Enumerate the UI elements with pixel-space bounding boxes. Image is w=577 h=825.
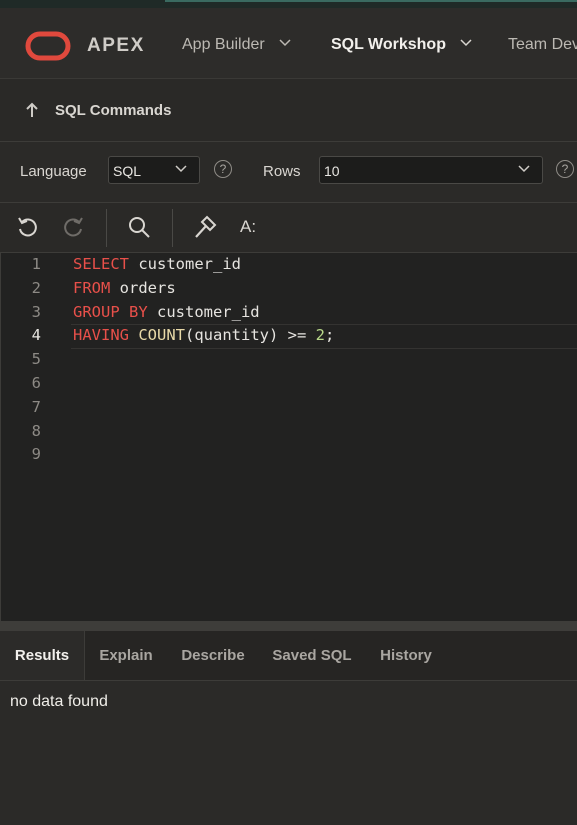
line-number: 9 <box>31 445 41 464</box>
hammer-icon[interactable] <box>192 214 218 240</box>
toolbar-divider <box>106 209 107 247</box>
tab-saved-sql[interactable]: Saved SQL <box>262 631 362 680</box>
sql-keyword: SELECT <box>73 255 129 273</box>
search-icon[interactable] <box>126 214 152 240</box>
rows-label: Rows <box>263 163 301 180</box>
rows-select[interactable]: 10 <box>319 156 543 184</box>
code-editor[interactable]: 1 2 3 4 5 6 7 8 9 SELECT customer_id FROM orders G… <box>0 253 577 621</box>
code-line[interactable]: GROUP BY customer_id <box>73 303 260 321</box>
tab-explain[interactable]: Explain <box>88 631 164 680</box>
settings-bar: Language SQL ? Rows 10 ? <box>0 142 577 203</box>
app-header: APEX App Builder SQL Workshop Team Dev <box>0 8 577 79</box>
sql-keyword: FROM <box>73 278 111 297</box>
rows-help-icon[interactable]: ? <box>556 160 574 178</box>
sql-text: orders <box>110 278 176 297</box>
sql-text: customer_id <box>147 302 260 321</box>
line-number: 8 <box>31 421 41 440</box>
code-line[interactable]: FROM orders <box>73 279 176 297</box>
chevron-down-icon <box>279 39 291 47</box>
top-strip <box>0 0 577 8</box>
page-title: SQL Commands <box>55 102 172 119</box>
chevron-down-icon <box>460 39 472 47</box>
rows-value: 10 <box>324 163 340 179</box>
line-number: 2 <box>31 278 41 297</box>
tab-history[interactable]: History <box>370 631 442 680</box>
line-number: 3 <box>31 302 41 321</box>
editor-toolbar: A: <box>0 203 577 253</box>
nav-sql-workshop[interactable]: SQL Workshop <box>331 36 472 54</box>
oracle-logo-icon[interactable] <box>25 31 71 61</box>
line-number: 1 <box>31 255 41 273</box>
sql-text: ; <box>325 326 335 345</box>
toolbar-divider <box>172 209 173 247</box>
brand-name[interactable]: APEX <box>87 35 145 57</box>
sql-text: (quantity) >= <box>185 326 316 345</box>
editor-splitter[interactable] <box>0 621 577 631</box>
results-tabs: Results Explain Describe Saved SQL Histo… <box>0 631 577 681</box>
language-select[interactable]: SQL <box>108 156 200 184</box>
line-number: 7 <box>31 397 41 416</box>
language-value: SQL <box>113 163 142 179</box>
tab-describe[interactable]: Describe <box>172 631 254 680</box>
sql-text: customer_id <box>129 255 241 273</box>
sql-function: COUNT <box>138 326 186 345</box>
tab-results[interactable]: Results <box>0 631 85 680</box>
breadcrumb: SQL Commands <box>0 79 577 142</box>
sql-keyword: HAVING <box>73 326 129 345</box>
results-panel: no data found <box>0 681 577 825</box>
chevron-down-icon <box>175 165 187 173</box>
nav-app-builder[interactable]: App Builder <box>182 36 291 54</box>
chevron-down-icon <box>518 165 530 173</box>
sql-number: 2 <box>315 326 326 345</box>
arrow-up-icon[interactable] <box>24 101 40 119</box>
nav-team-dev[interactable]: Team Dev <box>508 36 577 54</box>
redo-icon[interactable] <box>60 214 86 240</box>
nav-label: SQL Workshop <box>331 36 446 53</box>
results-message: no data found <box>10 693 108 710</box>
nav-label: App Builder <box>182 36 265 53</box>
language-label: Language <box>20 163 87 180</box>
nav-label: Team Dev <box>508 36 577 53</box>
code-line[interactable]: SELECT customer_id <box>73 255 241 273</box>
language-help-icon[interactable]: ? <box>214 160 232 178</box>
code-line[interactable]: HAVING COUNT(quantity) >= 2; <box>73 326 334 344</box>
format-icon[interactable]: A: <box>240 217 256 237</box>
line-number: 5 <box>31 350 41 369</box>
line-number: 4 <box>31 326 41 345</box>
sql-keyword: GROUP BY <box>73 302 148 321</box>
undo-icon[interactable] <box>15 214 41 240</box>
line-number: 6 <box>31 374 41 392</box>
